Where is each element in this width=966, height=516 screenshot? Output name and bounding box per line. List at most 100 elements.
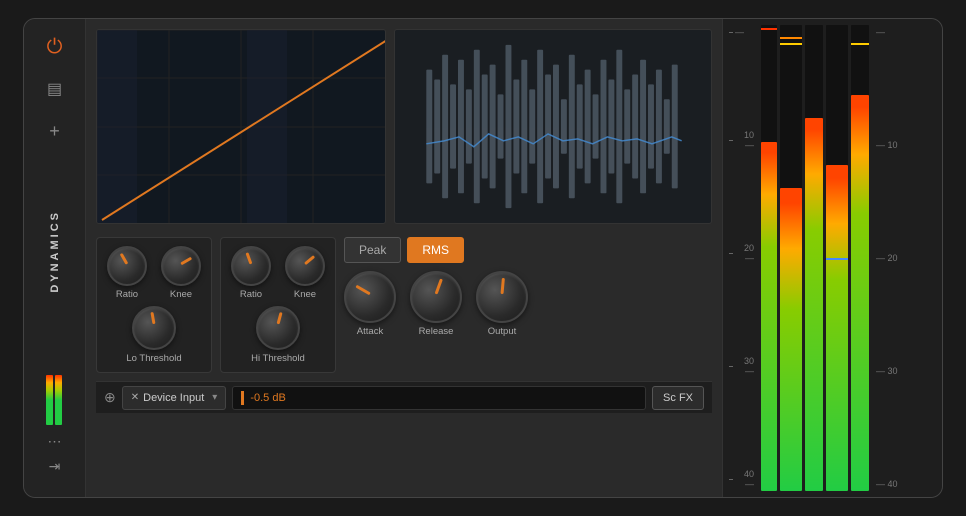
release-knob-item: Release [410,271,462,337]
hi-ratio-label: Ratio [240,289,262,300]
peak-rms-row: Peak RMS [344,237,528,263]
lo-threshold-indicator [150,312,155,324]
transfer-graph [96,29,386,224]
lo-knee-indicator [180,257,192,266]
dropdown-arrow-icon: ▾ [212,392,217,403]
peak-button[interactable]: Peak [344,237,401,263]
scale-r-40: — 40 [873,479,898,489]
hi-threshold-knob[interactable] [256,306,300,350]
peak-line-2 [780,37,802,39]
add-left-button[interactable]: + [39,115,71,147]
meters-bars [761,25,869,491]
scale-r-20: — 20 [873,253,898,263]
attack-indicator [355,285,370,296]
device-input-label: Device Input [143,392,204,404]
lo-group: Ratio Knee Lo Threshold [96,237,212,373]
peak-line-5 [851,43,869,45]
db-bar [241,391,244,405]
hi-group: Ratio Knee Hi Threshold [220,237,336,373]
scale-minus: — [735,27,747,37]
route-icon[interactable]: ⇥ [49,458,61,475]
lo-knee-label: Knee [170,289,192,300]
hi-knee-indicator [304,255,315,265]
controls-row: Ratio Knee Lo Threshold [96,237,712,373]
hi-threshold-row: Hi Threshold [231,306,325,364]
release-indicator [435,278,443,294]
attack-knob-item: Attack [344,271,396,337]
lo-ratio-knob[interactable] [107,246,147,286]
device-input-button[interactable]: ✕ Device Input ▾ [122,386,227,410]
meter-bar-2 [780,25,802,491]
release-knob[interactable] [410,271,462,323]
lo-threshold-row: Lo Threshold [107,306,201,364]
scale-r-30: — 30 [873,366,898,376]
meter-scale-right: — — 10 — 20 — 30 — 40 [873,25,901,491]
peak-line-3 [780,43,802,45]
bottom-bar: ⊕ ✕ Device Input ▾ -0.5 dB Sc FX [96,381,712,413]
lo-ratio-label: Ratio [116,289,138,300]
lo-threshold-item: Lo Threshold [126,306,181,364]
x-icon: ✕ [131,392,139,403]
power-button[interactable]: ⏻ [39,31,71,63]
dots-icon[interactable]: ⋯ [48,433,62,450]
meter-bar-5 [851,25,869,491]
attack-label: Attack [357,326,383,337]
top-row [96,29,712,229]
lo-knee-knob[interactable] [161,246,201,286]
hi-knee-label: Knee [294,289,316,300]
meter-bar-1 [761,25,777,491]
right-panel: Peak RMS Attack Release [344,237,528,337]
db-display: -0.5 dB [232,386,646,410]
bar-fill-3 [805,118,823,491]
lo-threshold-knob[interactable] [132,306,176,350]
hi-ratio-knob-item: Ratio [231,246,271,300]
lo-ratio-indicator [120,253,129,265]
release-label: Release [419,326,454,337]
db-value: -0.5 dB [250,392,285,404]
lo-threshold-label: Lo Threshold [126,353,181,364]
sc-fx-button[interactable]: Sc FX [652,386,704,410]
scale-20: 20 — [735,243,757,263]
meter-area: — 10 — 20 — 30 — 40 — [729,25,936,491]
lo-ratio-knob-item: Ratio [107,246,147,300]
bar-fill-1 [761,142,777,492]
meter-section: — 10 — 20 — 30 — 40 — [722,19,942,497]
output-indicator [501,278,505,294]
bar-fill-4 [826,165,848,491]
sidebar: ⏻ ▤ + DYNAMICS ⋯ ⇥ [24,19,86,497]
output-knob-item: Output [476,271,528,337]
lo-knob-row: Ratio Knee [107,246,201,300]
hi-threshold-item: Hi Threshold [251,306,305,364]
mini-meter [46,375,64,425]
hi-threshold-indicator [277,312,283,324]
waveform-display [394,29,712,224]
hi-knee-knob-item: Knee [285,246,325,300]
output-knob[interactable] [476,271,528,323]
device-input-icon: ⊕ [104,389,116,406]
rms-button[interactable]: RMS [407,237,464,263]
scale-30: 30 — [735,356,757,376]
peak-line-1 [761,28,777,30]
hi-ratio-indicator [245,252,252,264]
bar-fill-5 [851,95,869,491]
attack-knob[interactable] [344,271,396,323]
folder-button[interactable]: ▤ [39,73,71,105]
scale-r-10: — 10 [873,140,898,150]
meter-bar-4 [826,25,848,491]
bar-fill-2 [780,188,802,491]
main-content: Ratio Knee Lo Threshold [86,19,722,497]
hi-ratio-knob[interactable] [231,246,271,286]
lo-knee-knob-item: Knee [161,246,201,300]
scale-10: 10 — [735,130,757,150]
plugin-title: DYNAMICS [49,210,61,293]
peak-line-4 [826,258,848,260]
scale-r-minus: — [873,27,885,37]
output-label: Output [488,326,517,337]
meter-bar-3 [805,25,823,491]
hi-knee-knob[interactable] [285,246,325,286]
meter-scale-left: — 10 — 20 — 30 — 40 — [729,25,757,491]
hi-knob-row: Ratio Knee [231,246,325,300]
scale-40: 40 — [735,469,757,489]
attack-release-output: Attack Release Output [344,271,528,337]
hi-threshold-label: Hi Threshold [251,353,305,364]
